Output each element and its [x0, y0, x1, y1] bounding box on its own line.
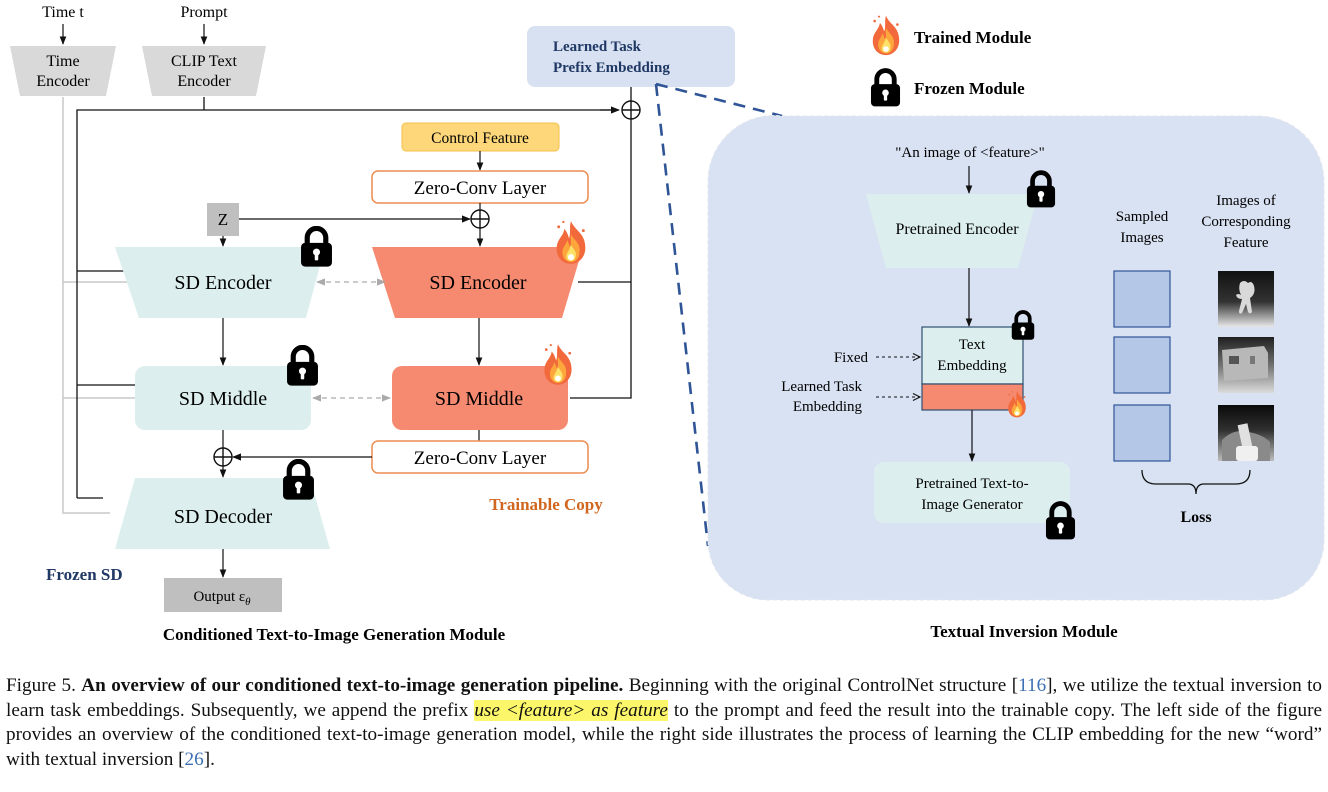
- svg-text:SD Decoder: SD Decoder: [174, 506, 273, 528]
- feature-image-depth-dancer: [1218, 271, 1274, 327]
- zero-conv-layer-bottom: Zero-Conv Layer: [371, 440, 589, 474]
- svg-text:Pretrained Encoder: Pretrained Encoder: [895, 221, 1019, 238]
- sampled-images-header-line2: Images: [1120, 230, 1163, 246]
- lock-icon: [301, 228, 332, 266]
- citation-link[interactable]: 116: [1018, 675, 1046, 696]
- lock-icon: [283, 461, 314, 499]
- output-box: Output εθ: [164, 578, 282, 612]
- frozen-sd-encoder: SD Encoder: [115, 247, 325, 318]
- frozen-sd-label: Frozen SD: [46, 565, 123, 584]
- loss-label: Loss: [1180, 509, 1211, 526]
- sampled-image: [1113, 270, 1171, 328]
- svg-text:Text: Text: [959, 337, 986, 353]
- legend-trained: Trained Module: [914, 28, 1032, 47]
- feature-images-header-line2: Corresponding: [1201, 214, 1291, 230]
- prefix-sum-node: [621, 100, 641, 120]
- clip-text-encoder: CLIP Text Encoder: [142, 46, 266, 96]
- svg-text:SD Middle: SD Middle: [179, 388, 267, 410]
- prompt-input-label: Prompt: [180, 4, 228, 21]
- sampled-image: [1113, 404, 1171, 462]
- figure-caption: Figure 5. An overview of our conditioned…: [6, 674, 1322, 772]
- svg-text:Zero-Conv Layer: Zero-Conv Layer: [414, 448, 547, 469]
- learned-task-embedding-block: [921, 383, 1024, 411]
- time-embedding-lines: [62, 97, 136, 514]
- svg-text:Pretrained Text-to-: Pretrained Text-to-: [915, 476, 1028, 492]
- fixed-label: Fixed: [834, 350, 869, 366]
- svg-text:Image Generator: Image Generator: [921, 497, 1022, 513]
- pretrained-text-to-image-generator: Pretrained Text-to- Image Generator: [874, 462, 1070, 523]
- caption-title: An overview of our conditioned text-to-i…: [81, 675, 624, 696]
- feature-images-header-line3: Feature: [1224, 235, 1269, 251]
- learned-task-embedding-label-line2: Embedding: [793, 399, 863, 415]
- right-module-title: Textual Inversion Module: [930, 622, 1118, 641]
- sampled-image: [1113, 336, 1171, 394]
- svg-text:Encoder: Encoder: [36, 73, 90, 90]
- svg-text:Z: Z: [218, 210, 228, 229]
- feature-image-depth-building: [1218, 337, 1274, 393]
- time-input-label: Time t: [42, 4, 84, 21]
- time-encoder: Time Encoder: [10, 46, 116, 96]
- svg-text:Learned Task: Learned Task: [553, 39, 642, 55]
- feature-image-depth-object: [1218, 405, 1274, 461]
- highlighted-prefix: use <feature> as feature: [474, 699, 668, 721]
- pretrained-encoder: Pretrained Encoder: [866, 194, 1038, 268]
- svg-text:SD Middle: SD Middle: [435, 388, 523, 410]
- lock-icon: [287, 347, 318, 385]
- zero-conv-layer-top: Zero-Conv Layer: [371, 170, 589, 204]
- frozen-sd-middle: SD Middle: [135, 366, 311, 430]
- svg-text:CLIP Text: CLIP Text: [171, 53, 238, 70]
- svg-text:SD Encoder: SD Encoder: [429, 272, 527, 294]
- text-embedding-block: Text Embedding: [921, 326, 1024, 385]
- flame-icon: [872, 15, 900, 56]
- latent-z-box: Z: [207, 203, 239, 236]
- flame-icon: [544, 344, 572, 385]
- feature-images-header: Images of: [1216, 193, 1276, 209]
- trainable-sd-middle: SD Middle: [392, 366, 568, 430]
- decoder-sum-node: [213, 447, 233, 467]
- figure-label: Figure 5.: [6, 675, 76, 696]
- svg-text:Time: Time: [46, 53, 79, 70]
- trainable-copy-label: Trainable Copy: [489, 495, 603, 514]
- flame-icon: [556, 220, 586, 264]
- learned-task-prefix-box: Learned Task Prefix Embedding: [527, 26, 735, 87]
- trainable-sd-encoder: SD Encoder: [372, 247, 583, 318]
- svg-text:Embedding: Embedding: [937, 358, 1007, 374]
- pipeline-diagram: Time t Prompt Time Encoder CLIP Text Enc…: [10, 4, 1325, 644]
- caption-text: ].: [203, 748, 215, 770]
- inversion-prompt-text: "An image of <feature>": [895, 145, 1045, 161]
- lock-icon: [871, 71, 900, 107]
- citation-link[interactable]: 26: [185, 749, 204, 770]
- svg-text:SD Encoder: SD Encoder: [174, 272, 272, 294]
- legend-frozen: Frozen Module: [914, 79, 1025, 98]
- svg-text:Encoder: Encoder: [177, 73, 231, 90]
- left-module-title: Conditioned Text-to-Image Generation Mod…: [163, 625, 506, 644]
- learned-task-embedding-label: Learned Task: [781, 379, 862, 395]
- caption-text: Beginning with the original ControlNet s…: [628, 675, 1019, 696]
- svg-text:Control Feature: Control Feature: [431, 130, 529, 147]
- sampled-images: [1113, 270, 1171, 462]
- svg-text:Prefix Embedding: Prefix Embedding: [553, 60, 670, 76]
- control-feature-box: Control Feature: [401, 122, 560, 152]
- control-sum-node: [470, 209, 490, 229]
- sampled-images-header: Sampled: [1116, 209, 1169, 225]
- svg-text:Zero-Conv Layer: Zero-Conv Layer: [414, 178, 547, 199]
